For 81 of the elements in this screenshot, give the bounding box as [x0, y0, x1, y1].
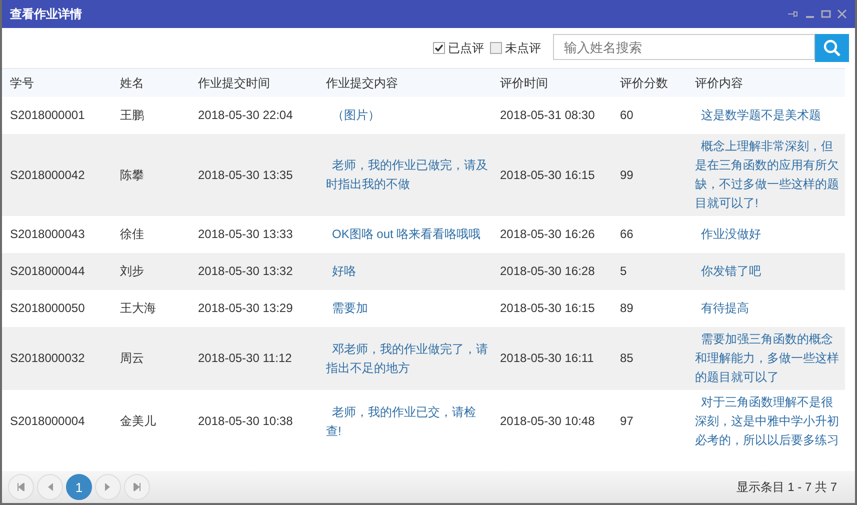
table-cell: 2018-05-31 08:30 — [500, 108, 595, 122]
table-cell-text: 作业没做好 — [700, 226, 762, 243]
table-cell-text: 有待提高 — [700, 300, 750, 317]
table-cell: 刘步 — [120, 264, 144, 278]
table-cell-text: （图片） — [331, 107, 381, 124]
window-title: 查看作业详情 — [10, 6, 83, 22]
table-cell: 2018-05-30 13:35 — [198, 168, 293, 182]
table-cell: 89 — [620, 301, 634, 315]
table-cell: S2018000044 — [10, 264, 85, 278]
table-cell-text: 概念上理解非常深刻，但是在三角函数的应用有所欠缺，不过多做一些这样的题目就可以了! — [695, 138, 840, 212]
table-cell-text: 需要加强三角函数的概念和理解能力，多做一些这样的题目就可以了 — [695, 331, 840, 386]
next-icon — [105, 483, 111, 491]
table-cell: 5 — [620, 264, 627, 278]
table-cell-text: 好咯 — [331, 263, 357, 280]
previous-icon — [47, 483, 53, 491]
filter-checkbox[interactable]: 未点评 — [490, 40, 541, 56]
table-cell-text: 你发错了吧 — [700, 263, 762, 280]
search-button[interactable] — [815, 34, 849, 62]
table-cell: 2018-05-30 11:12 — [198, 351, 292, 365]
table-cell-text: 对于三角函数理解不是很深刻，这是中雅中学小升初必考的，所以以后要多练习 — [695, 394, 840, 449]
table-cell: 2018-05-30 10:38 — [198, 414, 293, 428]
table-cell-text: 这是数学题不是美术题 — [700, 107, 822, 124]
table-cell: S2018000004 — [10, 414, 85, 428]
next-page-button[interactable] — [95, 474, 121, 500]
pager-summary: 显示条目 1 - 7 共 7 — [736, 478, 837, 496]
table-cell-text: 老师，我的作业已做完，请及时指出我的不做 — [326, 157, 488, 193]
table-cell: 2018-05-30 13:32 — [198, 264, 293, 278]
check-icon — [434, 43, 444, 53]
search-field[interactable]: 输入姓名搜索 — [553, 34, 815, 60]
table-cell: 60 — [620, 108, 634, 122]
table-cell: 周云 — [120, 351, 144, 365]
table-cell: 2018-05-30 16:15 — [500, 301, 595, 315]
column-header[interactable]: 作业提交内容 — [326, 76, 398, 90]
table-cell: 2018-05-30 22:04 — [198, 108, 293, 122]
table-cell: 2018-05-30 10:48 — [500, 414, 595, 428]
table-cell: 2018-05-30 16:26 — [500, 227, 595, 241]
column-header[interactable]: 作业提交时间 — [198, 76, 270, 90]
table-cell: S2018000001 — [10, 108, 85, 122]
column-header[interactable]: 姓名 — [120, 76, 144, 90]
table-row[interactable]: S2018000043 徐佳 2018-05-30 13:33 OK图咯 out 咯来看看咯哦哦 2018-05-30 16:26 66 作业没做好 — [2, 216, 845, 253]
table-cell-text: OK图咯 out 咯来看看咯哦哦 — [331, 226, 482, 243]
table-cell: S2018000042 — [10, 168, 85, 182]
table-cell: 85 — [620, 351, 634, 365]
column-header[interactable]: 评价内容 — [695, 76, 743, 90]
table-cell: 2018-05-30 16:15 — [500, 168, 595, 182]
first-page-button[interactable] — [8, 474, 34, 500]
previous-page-button[interactable] — [37, 474, 63, 500]
table-cell: 66 — [620, 227, 634, 241]
table-cell-text: 需要加 — [331, 300, 369, 317]
table-cell: 99 — [620, 168, 634, 182]
table-row[interactable]: S2018000004 金美儿 2018-05-30 10:38 老师，我的作业已交，请检查! 2018-05-30 10:48 97 对于三角函数理解不是很深刻，这是中雅中学小升初必考的，所以以后要多练习 — [2, 390, 845, 453]
table-cell: 97 — [620, 414, 634, 428]
table-cell: S2018000043 — [10, 227, 85, 241]
table-cell: 王大海 — [120, 301, 156, 315]
column-header[interactable]: 评价时间 — [500, 76, 548, 90]
last-page-button[interactable] — [124, 474, 150, 500]
pin-icon[interactable] — [787, 9, 799, 19]
table-cell: 2018-05-30 16:28 — [500, 264, 595, 278]
table-cell: 徐佳 — [120, 227, 144, 241]
table-row[interactable]: S2018000050 王大海 2018-05-30 13:29 需要加 2018-05-30 16:15 89 有待提高 — [2, 290, 845, 327]
table-cell-text: 老师，我的作业已交，请检查! — [326, 404, 477, 440]
table-cell: 王鹏 — [120, 108, 144, 122]
table-cell-text: 邓老师，我的作业做完了，请指出不足的地方 — [326, 340, 488, 376]
close-icon[interactable] — [837, 9, 847, 19]
first-page-icon — [17, 483, 25, 491]
table-cell: 陈攀 — [120, 168, 144, 182]
table-row[interactable]: S2018000044 刘步 2018-05-30 13:32 好咯 2018-05-30 16:28 5 你发错了吧 — [2, 253, 845, 290]
filter-checkbox[interactable]: 已点评 — [433, 40, 484, 56]
table-row[interactable]: S2018000001 王鹏 2018-05-30 22:04 （图片） 2018-05-31 08:30 60 这是数学题不是美术题 — [2, 97, 845, 134]
column-header[interactable]: 学号 — [10, 76, 34, 90]
table-cell: S2018000032 — [10, 351, 85, 365]
table-cell: 2018-05-30 13:29 — [198, 301, 293, 315]
last-page-icon — [133, 483, 141, 491]
maximize-icon[interactable] — [821, 9, 831, 19]
search-icon — [823, 39, 841, 57]
table-cell: 2018-05-30 16:11 — [500, 351, 594, 365]
table-cell: S2018000050 — [10, 301, 85, 315]
page-button[interactable]: 1 — [66, 474, 92, 500]
column-header[interactable]: 评价分数 — [620, 76, 668, 90]
table-cell: 2018-05-30 13:33 — [198, 227, 293, 241]
table-cell: 金美儿 — [120, 414, 156, 428]
